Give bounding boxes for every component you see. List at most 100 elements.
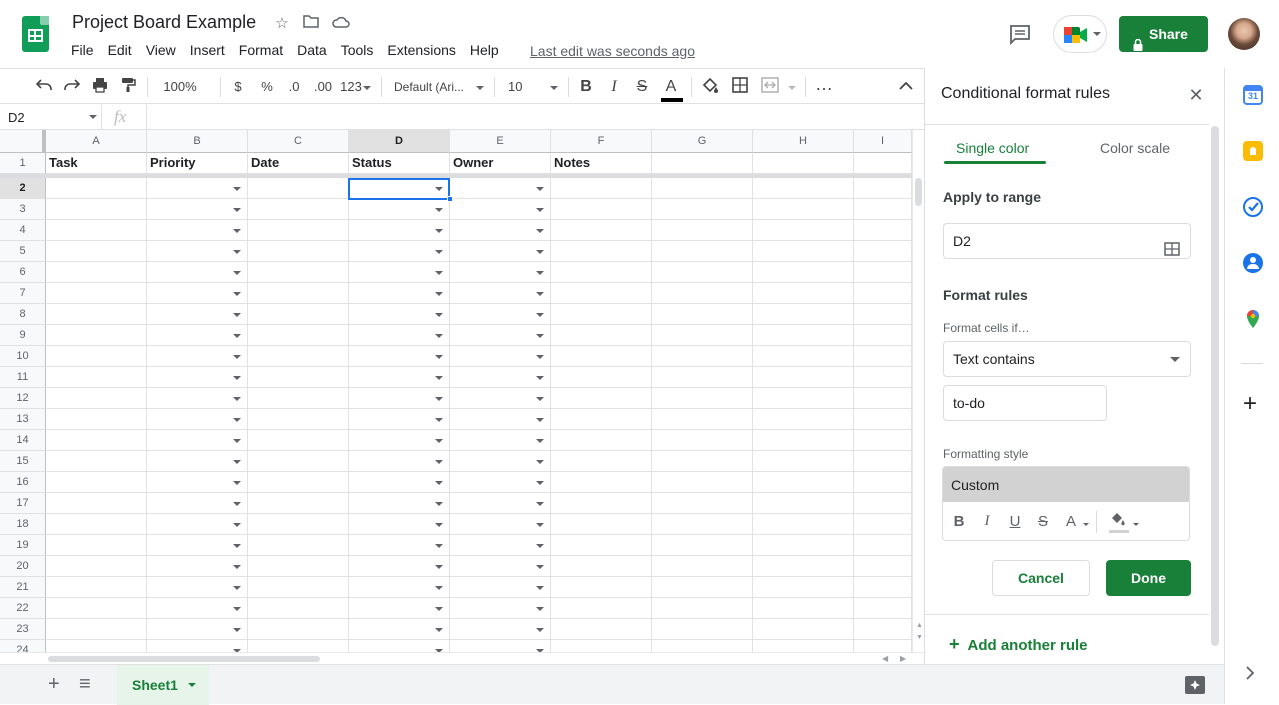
dropdown-arrow-icon[interactable] bbox=[233, 187, 241, 191]
scroll-left-arrow[interactable]: ◀ bbox=[882, 654, 888, 663]
cell-f24[interactable] bbox=[551, 640, 652, 652]
cell-i1[interactable] bbox=[854, 153, 912, 174]
scroll-up-arrow[interactable]: ▲ bbox=[916, 622, 923, 629]
spreadsheet-grid[interactable]: A B C D E F G H I 1 Task Priority Date Status Owner Not… bbox=[0, 130, 912, 652]
cell-a5[interactable] bbox=[46, 241, 147, 262]
dropdown-arrow-icon[interactable] bbox=[435, 439, 443, 443]
cell-h12[interactable] bbox=[753, 388, 854, 409]
increase-decimal-button[interactable]: .00 bbox=[311, 77, 335, 97]
dropdown-arrow-icon[interactable] bbox=[536, 250, 544, 254]
cell-h14[interactable] bbox=[753, 430, 854, 451]
dropdown-arrow-icon[interactable] bbox=[435, 292, 443, 296]
cell-h18[interactable] bbox=[753, 514, 854, 535]
cell-i12[interactable] bbox=[854, 388, 912, 409]
dropdown-arrow-icon[interactable] bbox=[233, 544, 241, 548]
cell-h5[interactable] bbox=[753, 241, 854, 262]
keep-icon[interactable] bbox=[1243, 141, 1263, 161]
font-family-select[interactable]: Default (Ari... bbox=[394, 77, 474, 97]
cell-d19[interactable] bbox=[349, 535, 450, 556]
cell-d8[interactable] bbox=[349, 304, 450, 325]
menu-extensions[interactable]: Extensions bbox=[380, 41, 462, 61]
grid-range-icon[interactable] bbox=[1164, 234, 1180, 268]
decrease-decimal-button[interactable]: .0 bbox=[284, 77, 304, 97]
column-header-f[interactable]: F bbox=[551, 130, 652, 153]
row-header-1[interactable]: 1 bbox=[0, 153, 46, 174]
row-header-21[interactable]: 21 bbox=[0, 577, 46, 598]
cell-a10[interactable] bbox=[46, 346, 147, 367]
scroll-thumb[interactable] bbox=[48, 656, 320, 662]
bold-icon[interactable]: B bbox=[577, 77, 595, 97]
cell-b20[interactable] bbox=[147, 556, 248, 577]
cell-d12[interactable] bbox=[349, 388, 450, 409]
zoom-select[interactable]: 100% bbox=[156, 77, 204, 97]
cell-e8[interactable] bbox=[450, 304, 551, 325]
cell-c15[interactable] bbox=[248, 451, 349, 472]
cell-b2[interactable] bbox=[147, 178, 248, 199]
currency-format-button[interactable]: $ bbox=[230, 77, 246, 97]
cell-d20[interactable] bbox=[349, 556, 450, 577]
cell-d11[interactable] bbox=[349, 367, 450, 388]
dropdown-arrow-icon[interactable] bbox=[536, 481, 544, 485]
cell-b9[interactable] bbox=[147, 325, 248, 346]
cell-g16[interactable] bbox=[652, 472, 753, 493]
strikethrough-icon[interactable]: S bbox=[633, 77, 651, 97]
cell-i16[interactable] bbox=[854, 472, 912, 493]
dropdown-arrow-icon[interactable] bbox=[536, 628, 544, 632]
menu-edit[interactable]: Edit bbox=[101, 41, 139, 61]
cell-a1[interactable]: Task bbox=[46, 153, 147, 174]
horizontal-scrollbar[interactable]: ◀ ▶ bbox=[0, 652, 924, 664]
cell-h10[interactable] bbox=[753, 346, 854, 367]
cell-b11[interactable] bbox=[147, 367, 248, 388]
cell-i20[interactable] bbox=[854, 556, 912, 577]
cell-b6[interactable] bbox=[147, 262, 248, 283]
cell-f8[interactable] bbox=[551, 304, 652, 325]
cell-c20[interactable] bbox=[248, 556, 349, 577]
cell-h3[interactable] bbox=[753, 199, 854, 220]
dropdown-arrow-icon[interactable] bbox=[435, 313, 443, 317]
dropdown-arrow-icon[interactable] bbox=[233, 460, 241, 464]
menu-format[interactable]: Format bbox=[232, 41, 290, 61]
row-header-12[interactable]: 12 bbox=[0, 388, 46, 409]
cell-h6[interactable] bbox=[753, 262, 854, 283]
cell-e1[interactable]: Owner bbox=[450, 153, 551, 174]
cell-g4[interactable] bbox=[652, 220, 753, 241]
cell-c17[interactable] bbox=[248, 493, 349, 514]
row-header-14[interactable]: 14 bbox=[0, 430, 46, 451]
dropdown-arrow-icon[interactable] bbox=[233, 418, 241, 422]
vertical-scrollbar[interactable]: ▲ ▼ bbox=[912, 130, 924, 652]
cell-f1[interactable]: Notes bbox=[551, 153, 652, 174]
cell-i10[interactable] bbox=[854, 346, 912, 367]
cancel-button[interactable]: Cancel bbox=[992, 560, 1090, 596]
fill-handle[interactable] bbox=[447, 196, 453, 202]
cell-e22[interactable] bbox=[450, 598, 551, 619]
cell-c23[interactable] bbox=[248, 619, 349, 640]
cell-a3[interactable] bbox=[46, 199, 147, 220]
select-all-corner[interactable] bbox=[0, 130, 46, 153]
cell-f3[interactable] bbox=[551, 199, 652, 220]
cell-h22[interactable] bbox=[753, 598, 854, 619]
dropdown-arrow-icon[interactable] bbox=[233, 523, 241, 527]
percent-format-button[interactable]: % bbox=[258, 77, 276, 97]
dropdown-arrow-icon[interactable] bbox=[435, 481, 443, 485]
cell-i6[interactable] bbox=[854, 262, 912, 283]
cell-a19[interactable] bbox=[46, 535, 147, 556]
explore-icon[interactable] bbox=[1185, 676, 1205, 694]
text-color-icon[interactable]: A bbox=[1061, 513, 1081, 530]
tasks-icon[interactable] bbox=[1243, 197, 1263, 217]
dropdown-arrow-icon[interactable] bbox=[233, 292, 241, 296]
cell-e13[interactable] bbox=[450, 409, 551, 430]
dropdown-arrow-icon[interactable] bbox=[233, 271, 241, 275]
cell-d18[interactable] bbox=[349, 514, 450, 535]
dropdown-arrow-icon[interactable] bbox=[233, 229, 241, 233]
dropdown-arrow-icon[interactable] bbox=[536, 418, 544, 422]
cell-i3[interactable] bbox=[854, 199, 912, 220]
strikethrough-icon[interactable]: S bbox=[1033, 513, 1053, 530]
cell-g1[interactable] bbox=[652, 153, 753, 174]
dropdown-arrow-icon[interactable] bbox=[233, 481, 241, 485]
row-header-24[interactable]: 24 bbox=[0, 640, 46, 652]
cell-a6[interactable] bbox=[46, 262, 147, 283]
cell-i21[interactable] bbox=[854, 577, 912, 598]
cell-b21[interactable] bbox=[147, 577, 248, 598]
cell-b1[interactable]: Priority bbox=[147, 153, 248, 174]
cell-b7[interactable] bbox=[147, 283, 248, 304]
